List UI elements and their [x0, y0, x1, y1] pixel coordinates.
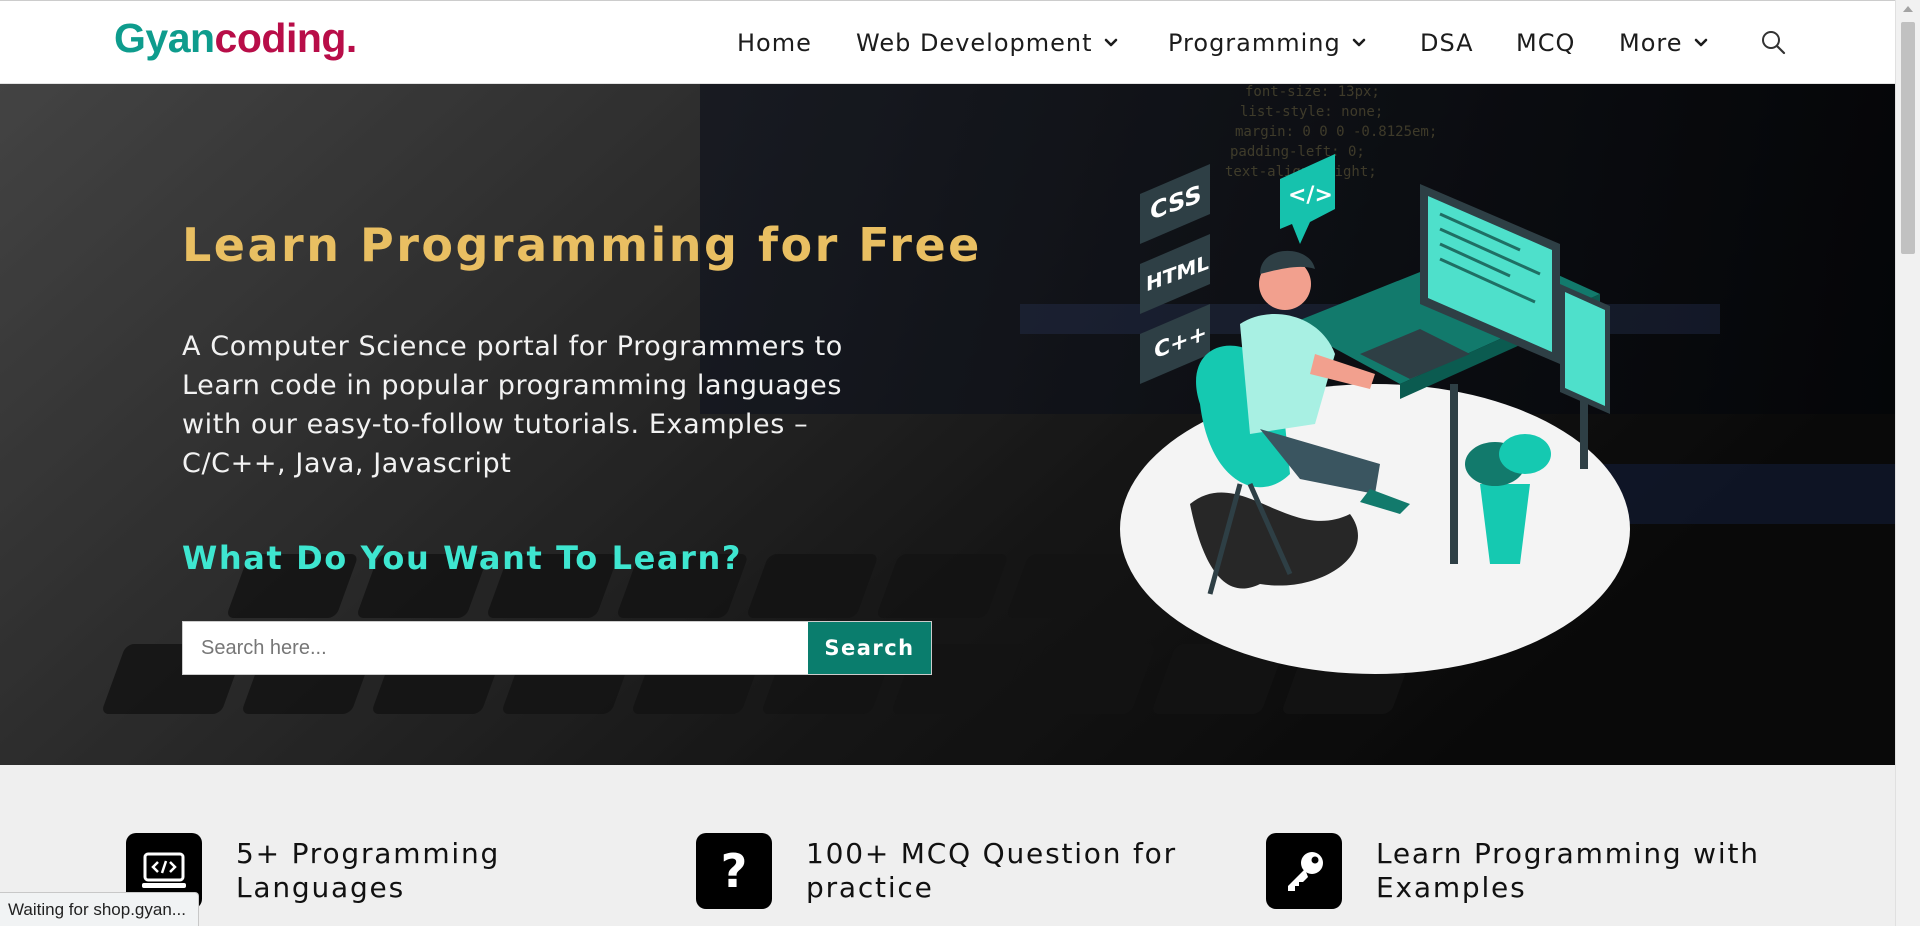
- nav-more[interactable]: More: [1619, 27, 1709, 59]
- feature-mcq[interactable]: ? 100+ MCQ Question for practice: [696, 833, 1177, 909]
- search-icon[interactable]: [1760, 29, 1786, 55]
- feature-mcq-text: 100+ MCQ Question for practice: [806, 837, 1177, 905]
- nav-home-label: Home: [737, 29, 812, 57]
- feature-examples[interactable]: Learn Programming with Examples: [1266, 833, 1760, 909]
- chevron-down-icon: [1352, 38, 1366, 47]
- hero-title: Learn Programming for Free: [182, 218, 982, 272]
- feature-line: Languages: [236, 871, 405, 904]
- logo-gyan: Gyan: [114, 15, 215, 61]
- feature-line: Learn Programming with: [1376, 837, 1760, 870]
- hero-subtitle: What Do You Want To Learn?: [182, 539, 743, 577]
- site-header: Gyancoding. Home Web Development Program…: [0, 0, 1895, 84]
- chevron-down-icon: [1104, 38, 1117, 47]
- html-badge: HTML: [1140, 234, 1210, 314]
- nav-home[interactable]: Home: [737, 27, 812, 59]
- nav-dsa-label: DSA: [1420, 29, 1474, 57]
- nav-web-development[interactable]: Web Development: [856, 27, 1119, 59]
- question-mark-icon: ?: [696, 833, 772, 909]
- svg-text:</>: </>: [1288, 183, 1333, 208]
- nav-dsa[interactable]: DSA: [1420, 27, 1474, 59]
- feature-line: practice: [806, 871, 934, 904]
- code-bubble-icon: </>: [1280, 154, 1335, 244]
- chevron-down-icon: [1694, 38, 1707, 47]
- nav-programming-label: Programming: [1168, 29, 1341, 57]
- logo-coding: coding.: [214, 15, 358, 61]
- key-icon: [1266, 833, 1342, 909]
- feature-line: 5+ Programming: [236, 837, 501, 870]
- hero-description: A Computer Science portal for Programmer…: [182, 331, 843, 479]
- feature-examples-text: Learn Programming with Examples: [1376, 837, 1760, 905]
- programmer-illustration: CSS HTML C++ </>: [1120, 154, 1630, 674]
- feature-line: 100+ MCQ Question for: [806, 837, 1177, 870]
- nav-programming[interactable]: Programming: [1168, 27, 1367, 59]
- css-badge: CSS: [1140, 164, 1210, 244]
- feature-line: Examples: [1376, 871, 1527, 904]
- search-button[interactable]: Search: [808, 622, 931, 674]
- nav-mcq-label: MCQ: [1516, 29, 1576, 57]
- site-logo[interactable]: Gyancoding.: [114, 15, 357, 62]
- nav-mcq[interactable]: MCQ: [1516, 27, 1575, 59]
- browser-status-bar: Waiting for shop.gyan...: [0, 892, 199, 926]
- features-section: 5+ Programming Languages ? 100+ MCQ Ques…: [0, 765, 1895, 926]
- scrollbar-thumb[interactable]: [1901, 22, 1915, 254]
- feature-languages-text: 5+ Programming Languages: [236, 837, 500, 905]
- page-scrollbar[interactable]: [1895, 0, 1920, 926]
- nav-more-label: More: [1619, 29, 1683, 57]
- nav-web-development-label: Web Development: [856, 29, 1093, 57]
- hero-search-form: Search: [182, 621, 932, 675]
- search-input[interactable]: [183, 622, 808, 674]
- hero-section: font-size: 13px; list-style: none; margi…: [0, 84, 1895, 765]
- scroll-up-arrow-icon[interactable]: [1903, 6, 1913, 12]
